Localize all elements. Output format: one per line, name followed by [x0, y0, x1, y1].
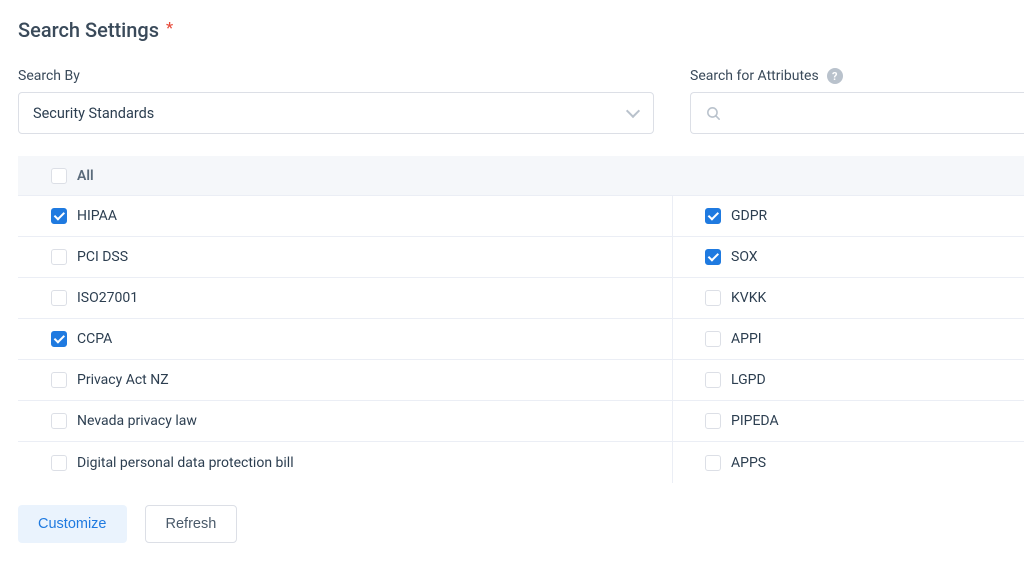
checkbox[interactable] [51, 331, 67, 347]
grid-column-right: GDPR SOX KVKK APPI LGPD PIPEDA APPS [673, 196, 1024, 483]
checkbox[interactable] [705, 372, 721, 388]
row-label: APPS [731, 455, 766, 471]
row-label: PCI DSS [77, 249, 128, 265]
checkbox[interactable] [51, 455, 67, 471]
row-label: GDPR [731, 208, 767, 224]
search-attributes-input[interactable] [732, 105, 1010, 121]
table-row: HIPAA [18, 196, 672, 237]
search-by-select[interactable]: Security Standards [18, 92, 654, 134]
checkbox[interactable] [705, 290, 721, 306]
table-row: Privacy Act NZ [18, 360, 672, 401]
customize-button[interactable]: Customize [18, 505, 127, 543]
search-icon [705, 105, 722, 122]
table-row: GDPR [673, 196, 1024, 237]
table-row: CCPA [18, 319, 672, 360]
row-label: PIPEDA [731, 413, 779, 429]
grid-header-row: All [18, 156, 1024, 196]
checkbox[interactable] [51, 372, 67, 388]
search-attributes-field[interactable] [690, 92, 1024, 134]
grid-column-left: HIPAA PCI DSS ISO27001 CCPA Privacy Act NZ Ne… [18, 196, 673, 483]
checkbox[interactable] [705, 208, 721, 224]
page-title: Search Settings * [18, 18, 1024, 42]
help-icon[interactable]: ? [827, 68, 843, 84]
row-label: ISO27001 [77, 290, 138, 306]
checkbox[interactable] [51, 208, 67, 224]
row-label: LGPD [731, 372, 766, 388]
row-label: Privacy Act NZ [77, 372, 169, 388]
checkbox[interactable] [705, 331, 721, 347]
chevron-down-icon [627, 107, 639, 119]
table-row: ISO27001 [18, 278, 672, 319]
row-label: HIPAA [77, 208, 117, 224]
table-row: Digital personal data protection bill [18, 442, 672, 483]
search-by-label: Search By [18, 68, 654, 84]
row-label: KVKK [731, 290, 766, 306]
row-label: SOX [731, 249, 758, 265]
checkbox-all[interactable] [51, 168, 67, 184]
table-row: SOX [673, 237, 1024, 278]
search-attributes-label: Search for Attributes [690, 68, 819, 84]
row-label: APPI [731, 331, 762, 347]
table-row: Nevada privacy law [18, 401, 672, 442]
row-label: Nevada privacy law [77, 413, 197, 429]
checkbox[interactable] [51, 413, 67, 429]
checkbox[interactable] [51, 249, 67, 265]
standards-grid: All HIPAA PCI DSS ISO27001 CCPA Privacy Act … [18, 156, 1024, 483]
row-label: Digital personal data protection bill [77, 455, 294, 471]
page-title-text: Search Settings [18, 18, 159, 42]
all-label: All [77, 168, 94, 184]
table-row: APPI [673, 319, 1024, 360]
checkbox[interactable] [705, 249, 721, 265]
refresh-button[interactable]: Refresh [145, 505, 238, 543]
required-asterisk: * [166, 18, 173, 37]
table-row: LGPD [673, 360, 1024, 401]
row-label: CCPA [77, 331, 112, 347]
table-row: KVKK [673, 278, 1024, 319]
table-row: PCI DSS [18, 237, 672, 278]
checkbox[interactable] [705, 413, 721, 429]
table-row: APPS [673, 442, 1024, 483]
checkbox[interactable] [51, 290, 67, 306]
checkbox[interactable] [705, 455, 721, 471]
table-row: PIPEDA [673, 401, 1024, 442]
search-by-value: Security Standards [33, 105, 154, 122]
